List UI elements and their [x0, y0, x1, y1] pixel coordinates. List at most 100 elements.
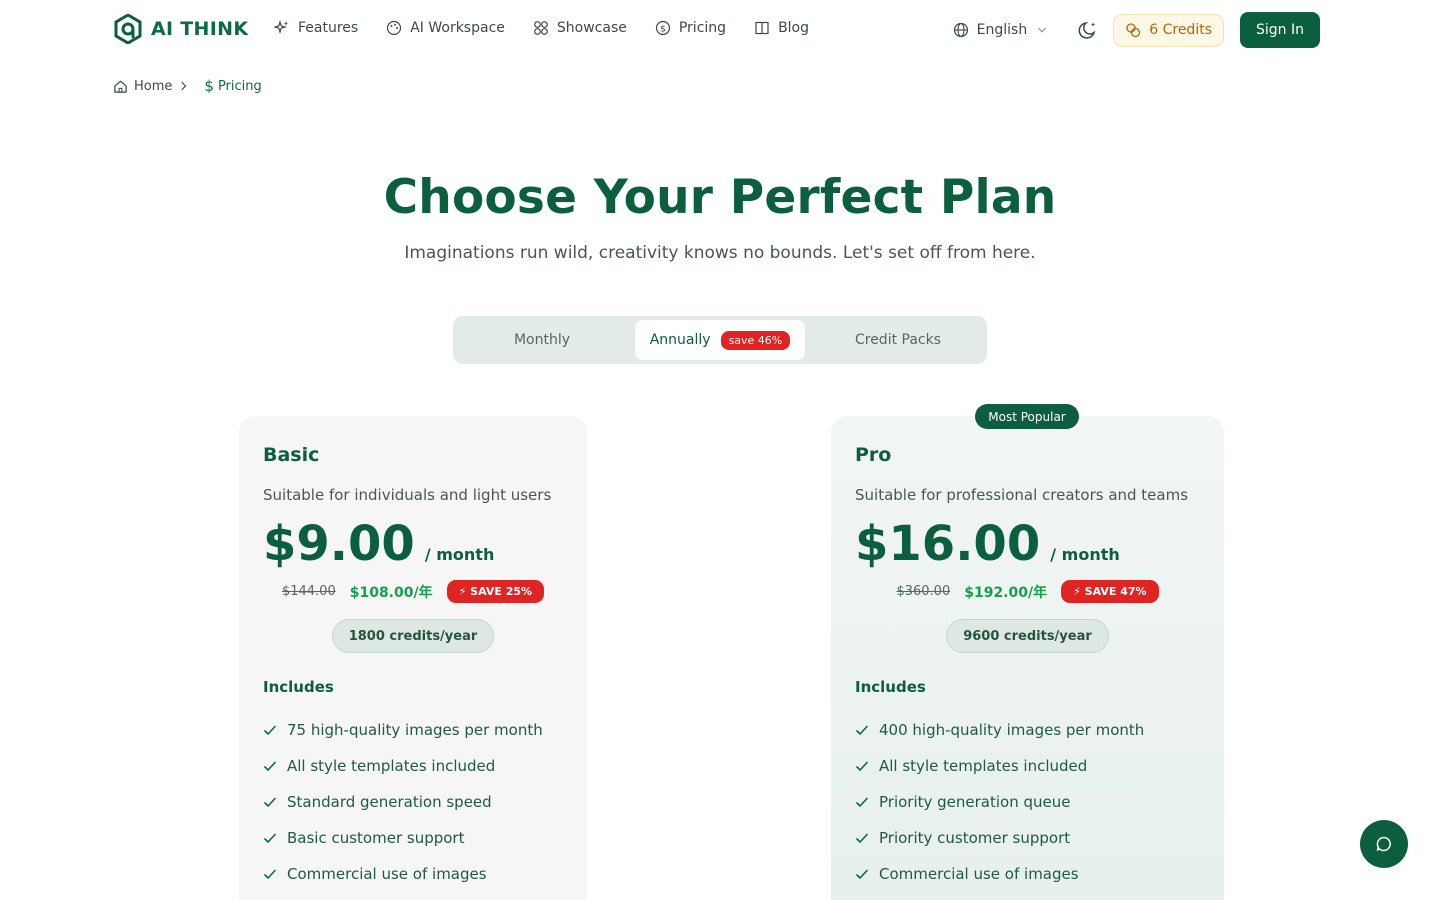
feature-text: All style templates included [879, 757, 1088, 775]
nav-link-label: Features [298, 20, 359, 36]
tab-annually[interactable]: Annually save 46% [635, 320, 805, 360]
plan-period: / month [424, 545, 495, 564]
plan-name: Pro [855, 444, 892, 466]
tab-annually-label: Annually [649, 332, 711, 348]
tab-credit-packs[interactable]: Credit Packs [813, 320, 983, 360]
chat-bubble-icon [1376, 836, 1391, 852]
breadcrumb: Home $ Pricing [113, 77, 262, 95]
annual-price: $192.00/年 [964, 584, 1048, 601]
plan-description: Suitable for professional creators and t… [855, 486, 1189, 504]
dollar-icon: $ [204, 77, 214, 95]
logo-icon [114, 14, 142, 44]
breadcrumb-current-label: Pricing [217, 78, 262, 94]
list-item: Standard generation speed [263, 784, 543, 820]
plan-price: $9.00 [263, 516, 415, 572]
nav-link-label: Showcase [556, 20, 627, 36]
svg-text:$: $ [660, 25, 666, 35]
check-icon [855, 869, 869, 880]
plan-name: Basic [263, 444, 320, 466]
feature-list: 75 high-quality images per month All sty… [263, 712, 543, 892]
old-price: $360.00 [896, 584, 951, 599]
list-item: Commercial use of images [855, 856, 1144, 892]
check-icon [263, 833, 277, 844]
nav-link-blog[interactable]: Blog [754, 20, 809, 36]
feature-text: Basic customer support [287, 829, 465, 847]
check-icon [263, 761, 277, 772]
moon-icon[interactable] [1077, 19, 1099, 41]
nav-link-label: AI Workspace [410, 20, 505, 36]
credits-pill: 1800 credits/year [331, 619, 495, 653]
feature-text: Commercial use of images [879, 865, 1079, 883]
check-icon [855, 725, 869, 736]
brand-name: AI THINK [151, 18, 249, 40]
list-item: 75 high-quality images per month [263, 712, 543, 748]
credits-label: 6 Credits [1149, 22, 1212, 38]
chat-button[interactable] [1360, 820, 1408, 868]
globe-icon [953, 22, 968, 38]
price-row: $16.00 / month [855, 516, 1120, 572]
plan-price: $16.00 [855, 516, 1041, 572]
credits-pill: 9600 credits/year [946, 619, 1109, 653]
list-item: Basic customer support [263, 820, 543, 856]
nav-link-pricing[interactable]: $ Pricing [655, 20, 726, 36]
credits-badge[interactable]: 6 Credits [1113, 13, 1224, 47]
feature-text: Commercial use of images [287, 865, 487, 883]
nav-link-showcase[interactable]: Showcase [533, 20, 627, 36]
save-badge: ⚡ SAVE 25% [446, 580, 545, 603]
list-item: All style templates included [263, 748, 543, 784]
top-nav: AI THINK Features AI Workspace Showcase … [0, 0, 1440, 60]
nav-link-label: Blog [778, 20, 810, 36]
old-price: $144.00 [281, 584, 336, 599]
logo[interactable]: AI THINK [113, 14, 248, 44]
nav-link-label: Pricing [678, 20, 727, 36]
check-icon [263, 725, 277, 736]
most-popular-badge: Most Popular [975, 404, 1079, 429]
includes-heading: Includes [855, 678, 926, 696]
dollar-circle-icon: $ [655, 20, 670, 36]
feature-text: All style templates included [287, 757, 496, 775]
feature-text: 400 high-quality images per month [879, 721, 1145, 739]
annual-price-row: $360.00 $192.00/年 ⚡ SAVE 47% [831, 580, 1224, 603]
list-item: All style templates included [855, 748, 1144, 784]
page-subtitle: Imaginations run wild, creativity knows … [404, 243, 1036, 263]
price-row: $9.00 / month [263, 516, 494, 572]
chevron-right-icon [181, 81, 187, 91]
palette-icon [387, 20, 402, 36]
breadcrumb-home[interactable]: Home [134, 79, 172, 94]
check-icon [855, 797, 869, 808]
save-badge: ⚡ SAVE 47% [1061, 580, 1159, 603]
coins-icon [1126, 23, 1141, 38]
tab-monthly[interactable]: Monthly [457, 320, 627, 360]
chevron-down-icon [1038, 27, 1047, 33]
breadcrumb-current: $ Pricing [204, 77, 261, 95]
plan-card-pro: Most Popular Pro Suitable for profession… [831, 404, 1224, 900]
plan-description: Suitable for individuals and light users [263, 486, 552, 504]
nav-link-features[interactable]: Features [274, 20, 358, 36]
list-item: 400 high-quality images per month [855, 712, 1144, 748]
book-icon [755, 21, 769, 35]
check-icon [263, 869, 277, 880]
feature-list: 400 high-quality images per month All st… [855, 712, 1144, 892]
annual-price: $108.00/年 [349, 584, 433, 601]
check-icon [263, 797, 277, 808]
language-selector[interactable]: English [953, 22, 1050, 38]
annual-save-badge: save 46% [720, 330, 791, 350]
sign-in-button[interactable]: Sign In [1240, 12, 1320, 48]
feature-text: Priority generation queue [879, 793, 1071, 811]
plan-card-basic: Basic Suitable for individuals and light… [239, 416, 587, 900]
feature-text: Priority customer support [879, 829, 1071, 847]
page-title: Choose Your Perfect Plan [383, 170, 1057, 225]
sparkles-icon [274, 20, 288, 34]
list-item: Priority generation queue [855, 784, 1144, 820]
list-item: Commercial use of images [263, 856, 543, 892]
credits-pill-wrap: 1800 credits/year [239, 619, 587, 653]
feature-text: 75 high-quality images per month [287, 721, 543, 739]
grid-icon [533, 21, 548, 35]
nav-link-ai-workspace[interactable]: AI Workspace [386, 20, 505, 36]
annual-price-row: $144.00 $108.00/年 ⚡ SAVE 25% [239, 580, 587, 603]
includes-heading: Includes [263, 678, 334, 696]
language-label: English [976, 22, 1028, 38]
billing-toggle: Monthly Annually save 46% Credit Packs [453, 316, 987, 364]
list-item: Priority customer support [855, 820, 1144, 856]
nav-actions: English 6 Credits Sign In [953, 12, 1320, 48]
